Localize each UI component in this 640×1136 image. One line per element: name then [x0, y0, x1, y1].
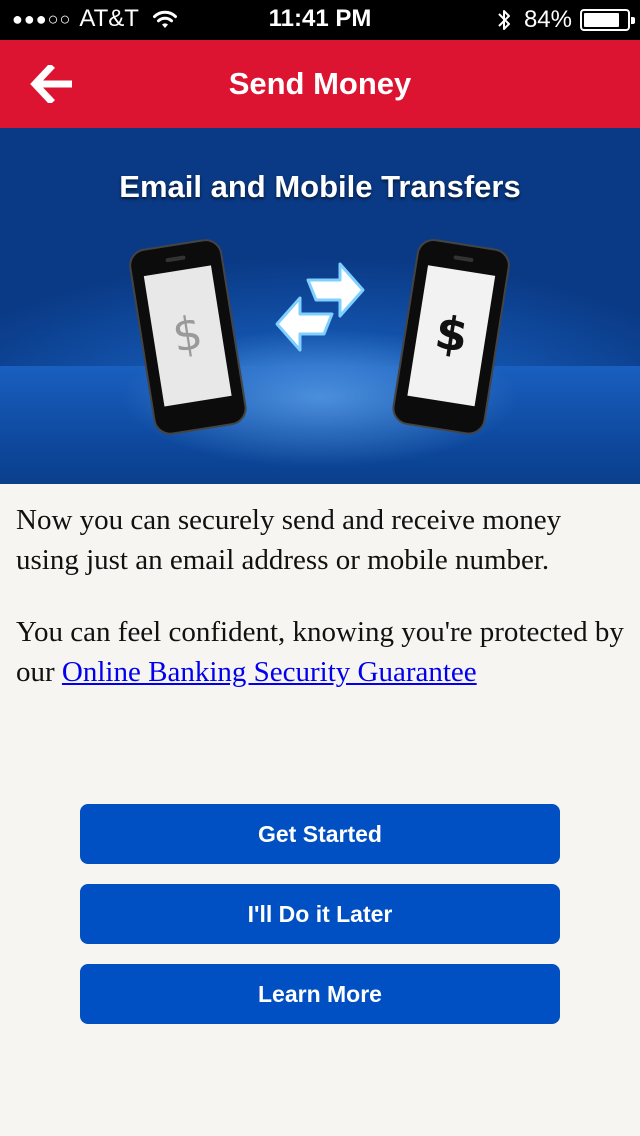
battery-fill	[584, 13, 620, 27]
security-paragraph: You can feel confident, knowing you're p…	[16, 612, 626, 692]
right-phone-icon: $	[392, 239, 510, 435]
status-bar: ●●●○○ AT&T 11:41 PM 84%	[0, 0, 640, 40]
security-guarantee-link[interactable]: Online Banking Security Guarantee	[62, 656, 477, 688]
battery-icon	[580, 9, 635, 31]
do-it-later-button[interactable]: I'll Do it Later	[80, 884, 560, 944]
battery-percent: 84%	[523, 6, 572, 33]
promo-banner: Email and Mobile Transfers $ $	[0, 128, 640, 484]
battery-nub	[631, 17, 635, 24]
bluetooth-icon	[498, 10, 510, 30]
left-phone-icon: $	[129, 239, 247, 435]
content: Now you can securely send and receive mo…	[16, 500, 626, 724]
page-title: Send Money	[228, 66, 412, 101]
nav-bar: Send Money	[0, 40, 640, 128]
transfer-arrows-icon	[275, 262, 365, 352]
learn-more-button[interactable]: Learn More	[80, 964, 560, 1024]
intro-paragraph: Now you can securely send and receive mo…	[16, 504, 562, 576]
get-started-button[interactable]: Get Started	[80, 804, 560, 864]
status-bar-right: 84%	[496, 6, 635, 33]
banner-illustration: $ $	[129, 239, 510, 435]
